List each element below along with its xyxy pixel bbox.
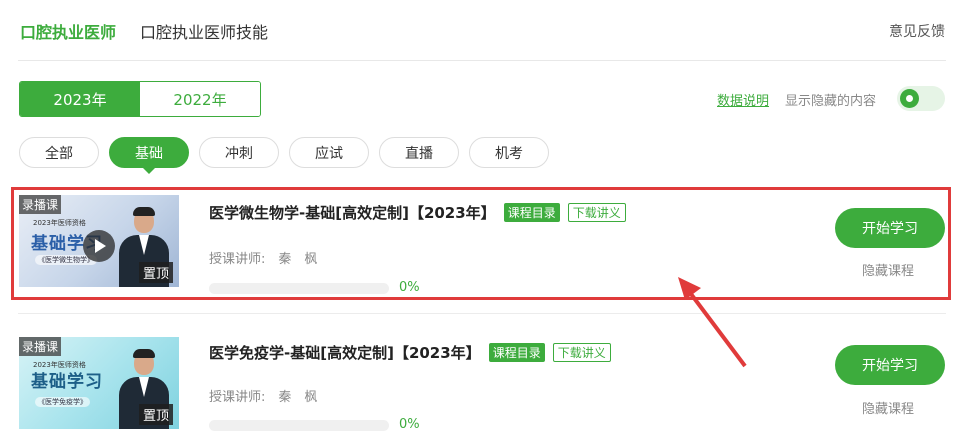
hide-course-link[interactable]: 隐藏课程: [862, 398, 914, 417]
start-learning-button[interactable]: 开始学习: [835, 208, 945, 248]
thumb-subtitle: 2023年医师资格: [33, 219, 86, 227]
feedback-link[interactable]: 意见反馈: [889, 21, 945, 41]
show-hidden-label: 显示隐藏的内容: [785, 94, 877, 109]
toggle-knob: [900, 89, 919, 108]
course-thumbnail[interactable]: 2023年医师资格 基础学习 《医学免疫学》 录播课 置顶: [19, 337, 179, 429]
play-icon[interactable]: [83, 230, 115, 262]
course-title[interactable]: 医学免疫学-基础[高效定制]【2023年】: [209, 342, 481, 363]
course-thumbnail[interactable]: 2023年医师资格 基础学习 《医学微生物学》 录播课 置顶: [19, 195, 179, 287]
download-handout-button[interactable]: 下载讲义: [552, 343, 611, 362]
progress-percent: 0%: [399, 280, 420, 295]
tab-dental-physician[interactable]: 口腔执业医师: [20, 19, 116, 43]
year-2022-button[interactable]: 2022年: [140, 82, 260, 116]
progress-percent: 0%: [399, 417, 420, 432]
course-title-row: 医学免疫学-基础[高效定制]【2023年】 课程目录 下载讲义: [209, 342, 611, 363]
course-catalog-button[interactable]: 课程目录: [503, 203, 560, 222]
course-item: 2023年医师资格 基础学习 《医学免疫学》 录播课 置顶 医学免疫学-基础[高…: [0, 330, 964, 448]
filter-computer-exam[interactable]: 机考: [469, 137, 549, 168]
course-catalog-button[interactable]: 课程目录: [488, 343, 545, 362]
progress-bar: [209, 283, 389, 294]
thumb-course-name: 《医学免疫学》: [35, 397, 90, 407]
course-teacher: 授课讲师: 秦 枫: [209, 252, 318, 267]
header-divider: [18, 60, 946, 61]
recorded-badge: 录播课: [19, 337, 62, 356]
filter-live[interactable]: 直播: [379, 137, 459, 168]
pin-badge: 置顶: [138, 404, 173, 425]
tab-dental-physician-skills[interactable]: 口腔执业医师技能: [140, 19, 268, 43]
data-note-link[interactable]: 数据说明: [717, 90, 769, 109]
progress-bar: [209, 420, 389, 431]
course-teacher: 授课讲师: 秦 枫: [209, 390, 318, 405]
course-title[interactable]: 医学微生物学-基础[高效定制]【2023年】: [209, 202, 496, 223]
course-title-row: 医学微生物学-基础[高效定制]【2023年】 课程目录 下载讲义: [209, 202, 626, 223]
course-divider: [18, 313, 946, 314]
filter-all[interactable]: 全部: [19, 137, 99, 168]
course-item: 2023年医师资格 基础学习 《医学微生物学》 录播课 置顶 医学微生物学-基础…: [0, 188, 964, 316]
filter-basic[interactable]: 基础: [109, 137, 189, 174]
pin-badge: 置顶: [138, 262, 173, 283]
filter-exam[interactable]: 应试: [289, 137, 369, 168]
start-learning-button[interactable]: 开始学习: [835, 345, 945, 385]
download-handout-button[interactable]: 下载讲义: [567, 203, 626, 222]
hide-course-link[interactable]: 隐藏课程: [862, 260, 914, 279]
top-tabs: 口腔执业医师 口腔执业医师技能: [20, 18, 268, 44]
thumb-title: 基础学习: [31, 372, 103, 392]
year-2023-button[interactable]: 2023年: [20, 82, 140, 116]
year-selector: 2023年 2022年: [19, 81, 261, 117]
category-filters: 全部 基础 冲刺 应试 直播 机考: [19, 137, 549, 174]
filter-sprint[interactable]: 冲刺: [199, 137, 279, 168]
recorded-badge: 录播课: [19, 195, 62, 214]
show-hidden-toggle[interactable]: [897, 86, 945, 111]
